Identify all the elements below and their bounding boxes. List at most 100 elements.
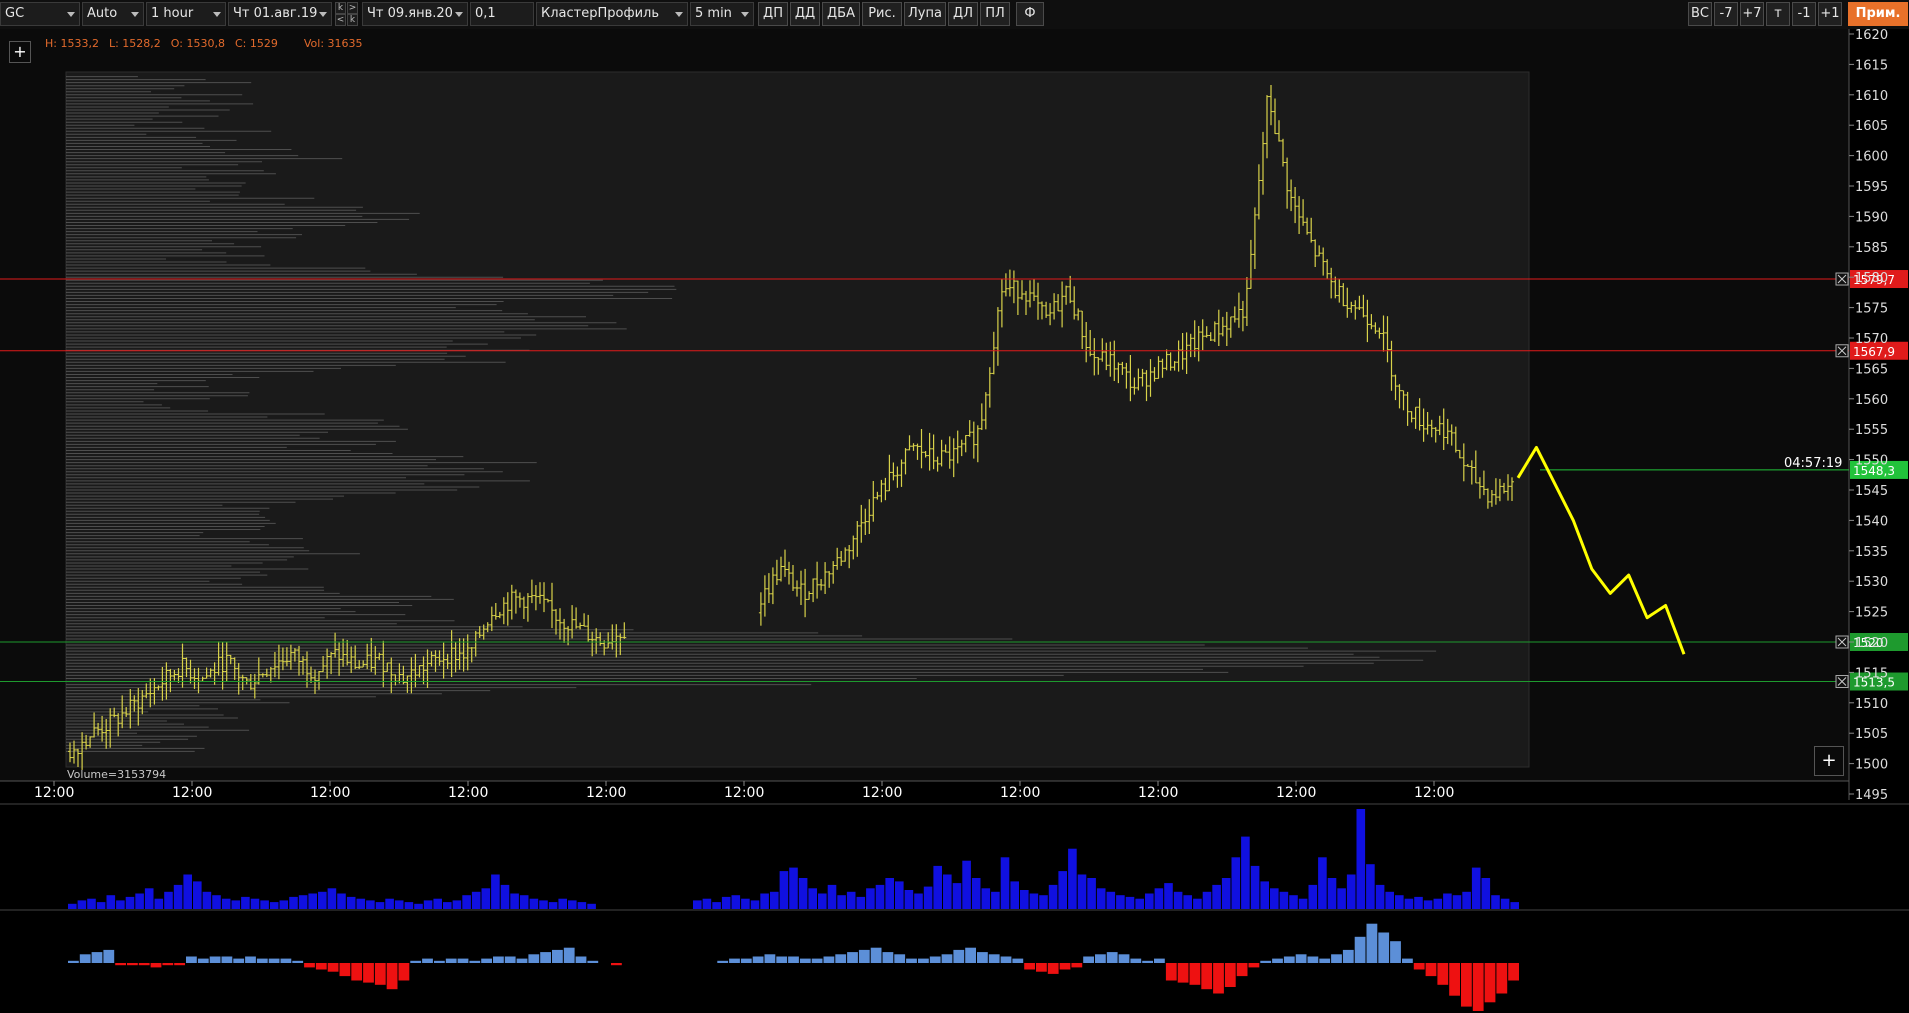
delta-bar-negative [1472,963,1484,1011]
delta-bar-positive [1012,958,1024,963]
volume-bar [212,895,221,909]
chart[interactable]: 1579,71567,91548,315201513,5 16201615161… [0,0,1909,1013]
delta-bar-negative [1437,963,1449,985]
time-tick-label: 12:00 [1138,785,1178,801]
volume-bar [962,860,971,909]
add-panel-button[interactable]: + [1814,746,1844,776]
delta-bar-positive [528,954,540,963]
volume-bar [289,896,298,909]
delta-bar-negative [1165,963,1177,981]
delta-bar-negative [138,963,150,966]
delta-bar-negative [1425,963,1437,977]
delta-bar-negative [1189,963,1201,985]
volume-bar [981,888,991,909]
price-tick-label: 1545 [1855,484,1888,499]
delta-bar-positive [835,954,847,963]
volume-bar [1414,896,1423,909]
delta-bar-positive [1154,958,1165,963]
volume-bar [96,902,106,909]
volume-bar [327,888,337,909]
volume-bar [471,891,481,909]
delta-bar-positive [717,960,729,963]
volume-bar [1423,900,1433,909]
delta-bar-positive [469,960,481,963]
price-tick-label: 1535 [1855,545,1888,560]
delta-bar-negative [1213,963,1224,994]
price-tick-label: 1495 [1855,788,1888,803]
delta-bar-positive [953,949,965,963]
volume-bar [500,884,510,909]
volume-bar [1241,836,1250,909]
delta-bar-negative [304,963,315,968]
delta-bar-positive [292,960,304,963]
volume-bar [221,898,231,909]
volume-bar [1164,883,1173,909]
close-value: C: 1529 [234,37,278,50]
volume-bar [87,898,96,909]
volume-bar [1356,809,1366,909]
volume-bar [1154,888,1164,909]
volume-bar [712,902,721,909]
time-tick-label: 12:00 [34,785,74,801]
volume-bar [702,898,712,909]
delta-bar-positive [811,958,823,963]
add-indicator-button[interactable]: + [9,41,31,63]
delta-bar-negative [1484,963,1496,1003]
delta-bar-positive [233,958,245,963]
volume-bar [423,900,433,909]
volume-bar [1481,878,1491,909]
delta-bar-positive [847,952,858,963]
delta-bar-positive [209,956,221,963]
delta-bar-negative [1224,963,1236,987]
delta-bar-positive [1106,952,1118,963]
volume-bar [1087,878,1096,909]
delta-bar-negative [386,963,398,990]
volume-bar [491,874,500,909]
volume-bar [548,902,558,909]
price-tick-label: 1555 [1855,423,1888,438]
volume-bar [1145,893,1154,909]
delta-bar-positive [1402,958,1413,963]
candle-timer: 04:57:19 [1784,456,1843,471]
delta-bar-negative [1413,963,1425,970]
delta-bar-positive [941,954,953,963]
volume-bar [798,878,808,909]
volume-bar [693,900,702,909]
delta-bar-positive [764,954,776,963]
price-tick-label: 1505 [1855,727,1888,742]
volume-bar [971,878,981,909]
price-tick-label: 1565 [1855,362,1888,377]
delta-bar-positive [882,952,894,963]
open-value: O: 1530,8 [170,37,225,50]
delta-bar-positive [245,956,256,963]
delta-bar-positive [1272,958,1283,963]
volume-bar [1491,895,1500,909]
volume-bar [856,896,866,909]
volume-bar [164,891,173,909]
delta-bar-positive [1307,956,1319,963]
volume-bar [731,895,741,909]
price-tick-label: 1510 [1855,697,1888,712]
volume-bar [1135,898,1144,909]
volume-bar [394,900,404,909]
volume-bar [895,881,904,909]
price-tick-label: 1500 [1855,758,1888,773]
volume-bar [789,867,798,909]
delta-bar-positive [493,956,504,963]
volume-bar [1337,888,1346,909]
volume-bar [904,890,914,909]
volume-bar [1298,898,1308,909]
volume-bar [106,895,116,909]
delta-bar-positive [422,958,433,963]
low-value: L: 1528,2 [108,37,161,50]
volume-bar [952,883,962,909]
price-tick-label: 1595 [1855,180,1888,195]
delta-bar-positive [752,956,764,963]
volume-bar [1279,891,1289,909]
volume-bar [1010,881,1019,909]
price-tick-label: 1525 [1855,606,1888,621]
volume-bar [1270,888,1279,909]
volume-bar [385,898,394,909]
volume-bar [279,900,289,909]
volume-bar [1318,857,1327,909]
